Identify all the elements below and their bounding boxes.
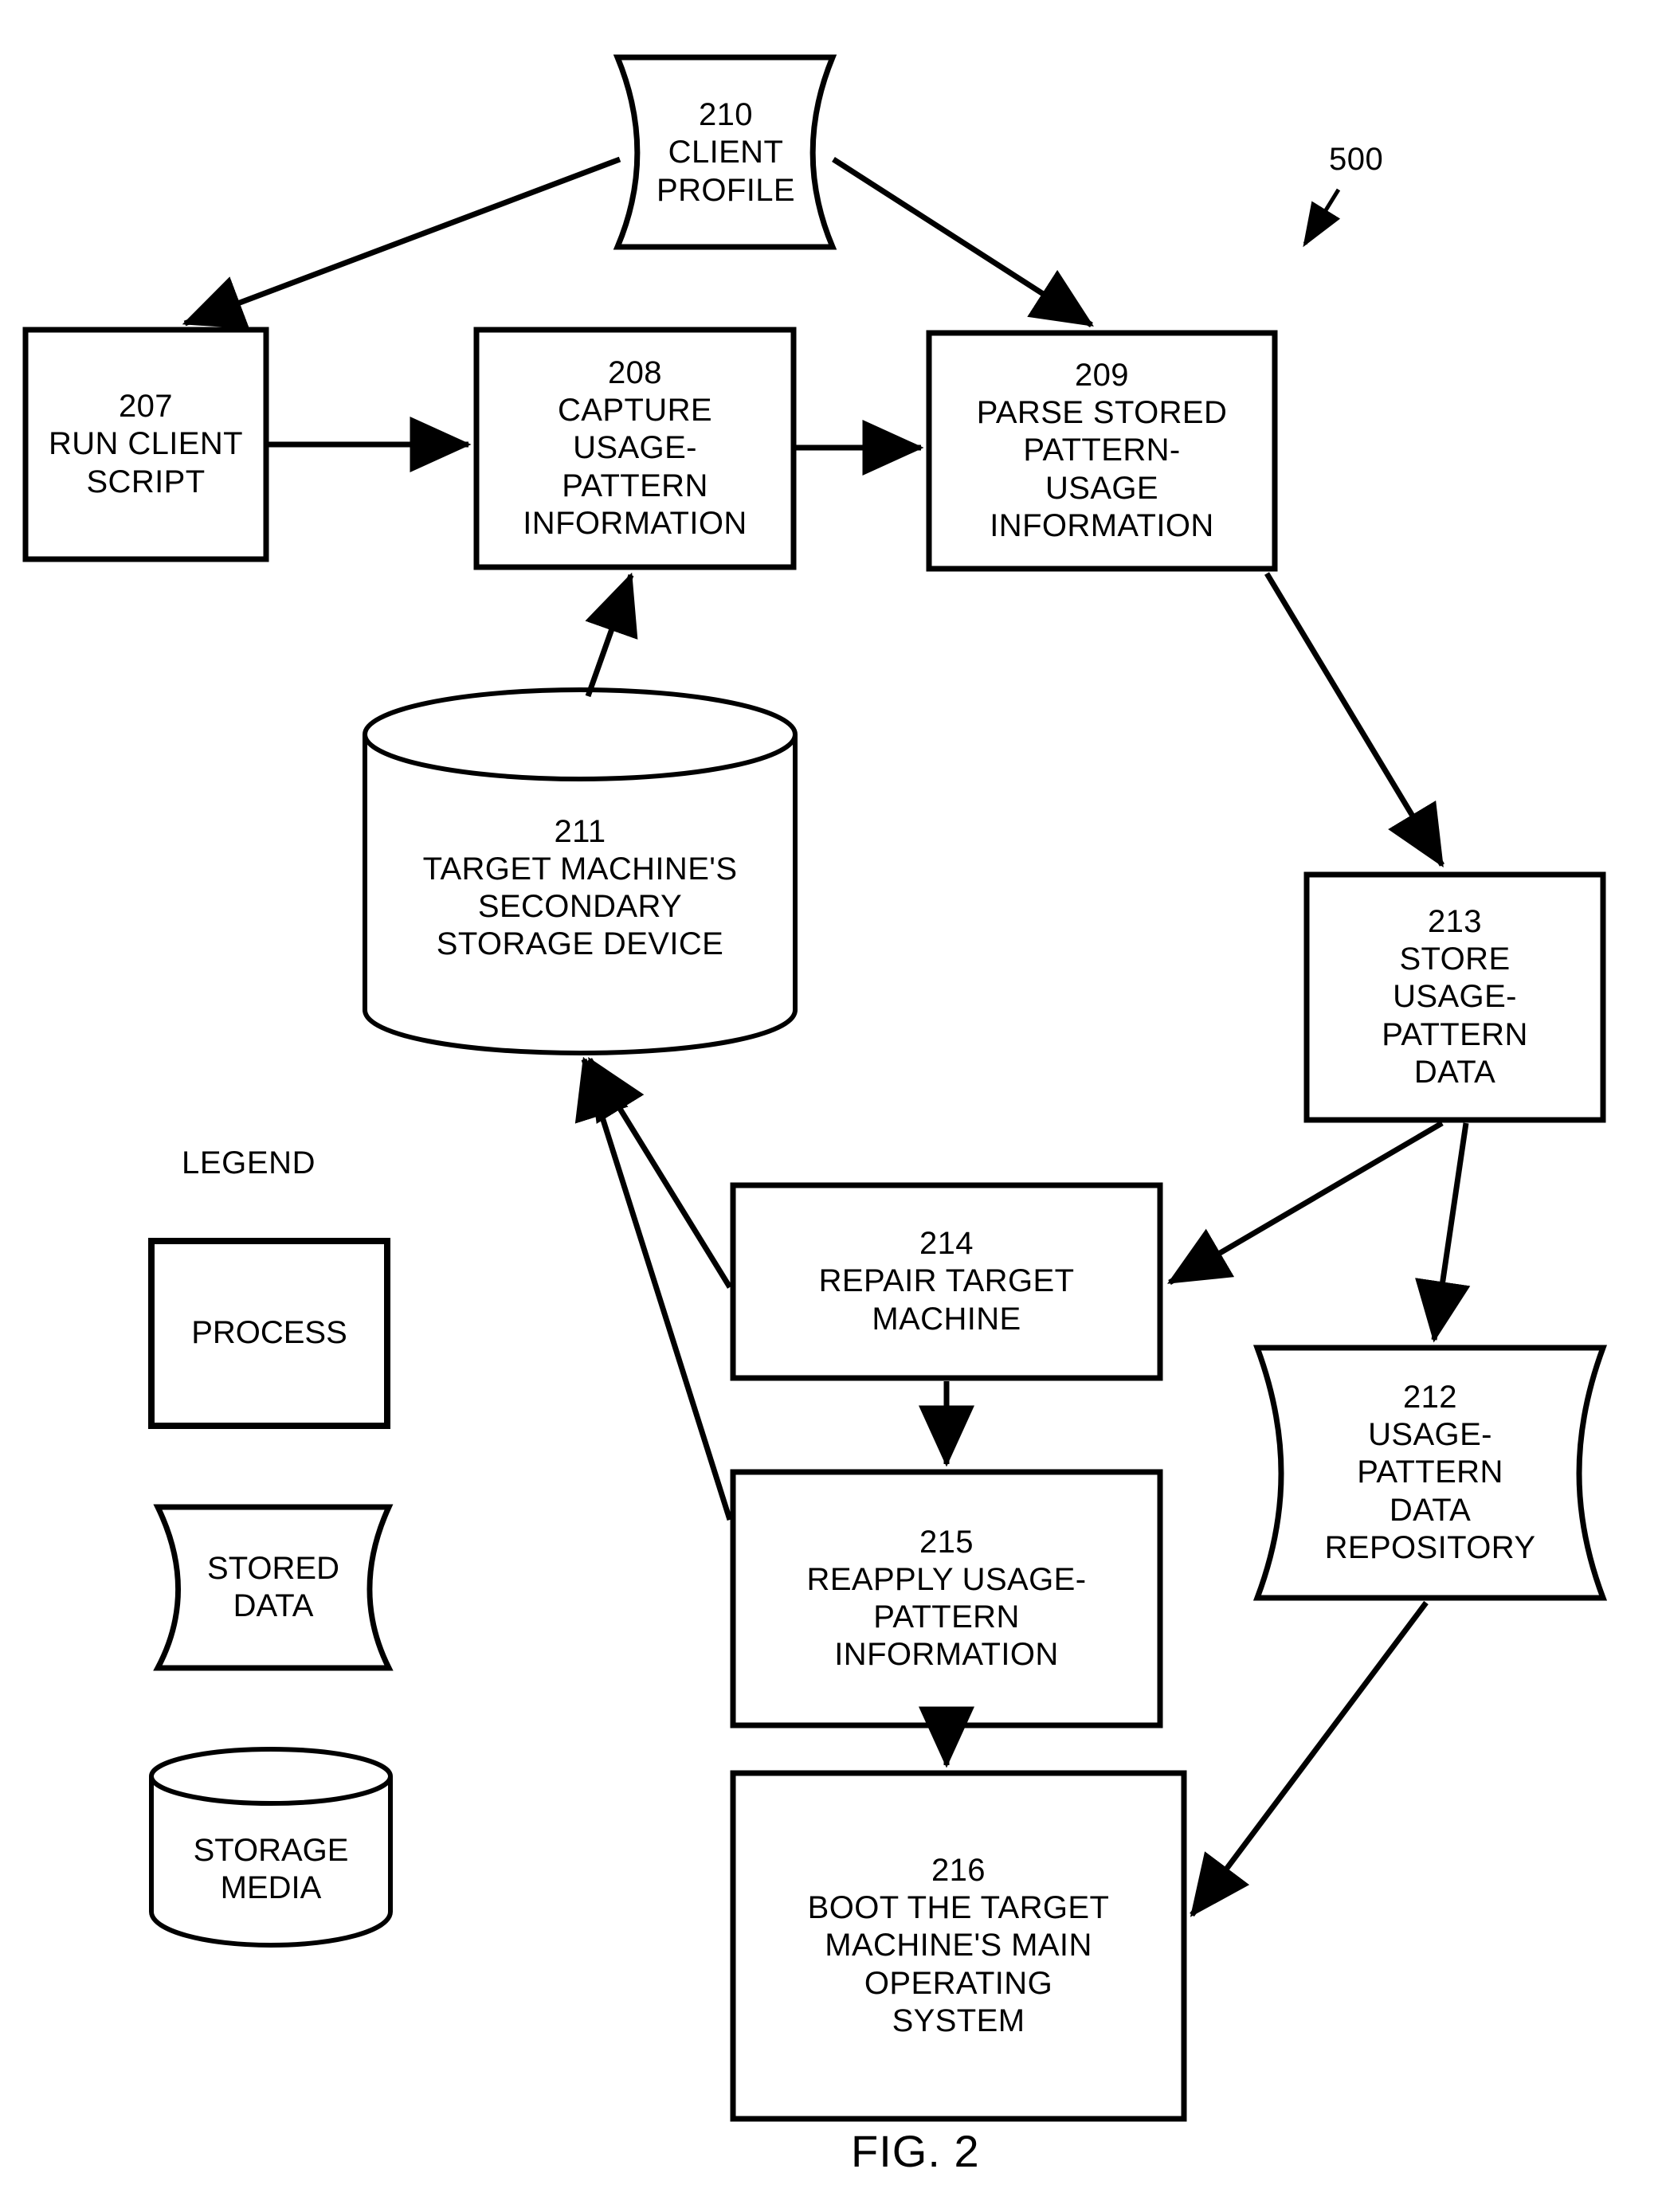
legend-title: LEGEND <box>182 1145 316 1180</box>
shape-client-profile <box>613 54 837 250</box>
edge-211-to-208 <box>585 572 638 698</box>
edge-209-to-213 <box>1264 572 1444 867</box>
edge-213-to-214 <box>1166 1120 1444 1286</box>
edge-212-to-216 <box>1190 1600 1429 1917</box>
shape-reapply-usage-pattern <box>730 1469 1163 1728</box>
edge-214-to-211 <box>587 1057 732 1289</box>
patent-figure: 210 CLIENT PROFILE 207 RUN CLIENT SCRIPT… <box>0 0 1662 2212</box>
shape-secondary-storage-top <box>363 687 798 781</box>
edge-215-to-211 <box>574 1056 733 1521</box>
flowchart-canvas <box>22 54 1608 2122</box>
shape-capture-usage-pattern <box>473 327 797 570</box>
shape-secondary-storage-body <box>363 734 798 1056</box>
legend-shape-stored-data <box>153 1504 394 1671</box>
edge-210-to-207 <box>182 156 621 329</box>
system-ref-leader-arrow <box>1303 188 1341 248</box>
edge-213-to-212 <box>1415 1122 1471 1343</box>
shape-usage-pattern-repository <box>1252 1345 1608 1601</box>
edge-210-to-209 <box>832 157 1094 327</box>
shape-repair-target-machine <box>730 1182 1163 1381</box>
legend-shape-storage-media-top <box>149 1747 393 1806</box>
shape-run-client-script <box>22 327 269 562</box>
shape-boot-target-machine-os <box>730 1770 1187 2122</box>
system-reference-numeral: 500 <box>1329 142 1384 177</box>
shape-parse-stored-pattern <box>926 330 1278 572</box>
figure-caption: FIG. 2 <box>851 2126 980 2176</box>
legend-shape-process <box>148 1238 390 1429</box>
shape-store-usage-pattern-data <box>1303 871 1606 1123</box>
